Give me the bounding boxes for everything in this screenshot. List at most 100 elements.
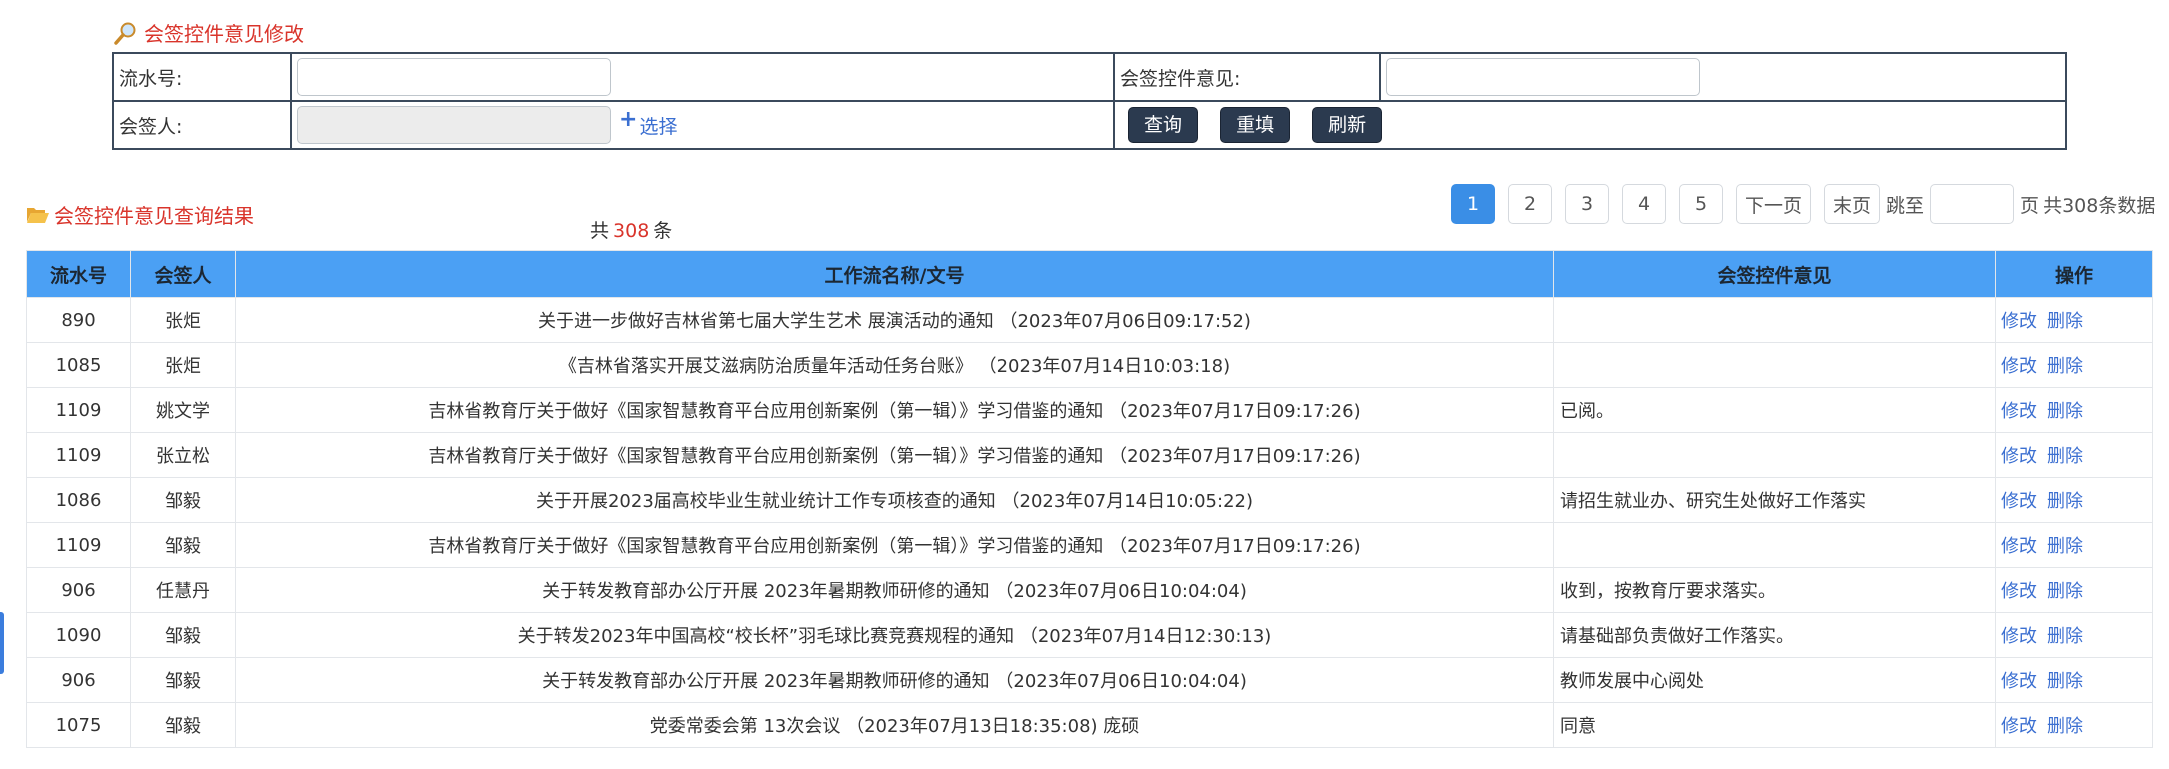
signer-label: 会签人: <box>112 100 292 150</box>
edit-link[interactable]: 修改 <box>2001 716 2037 737</box>
edit-link[interactable]: 修改 <box>2001 356 2037 377</box>
serial-input[interactable] <box>297 58 611 96</box>
table-row: 1109 张立松 吉林省教育厅关于做好《国家智慧教育平台应用创新案例（第一辑）》学习… <box>26 432 2153 478</box>
jump-page-input[interactable] <box>1930 184 2015 224</box>
cell-opinion: 教师发展中心阅处 <box>1553 657 1996 703</box>
edit-link[interactable]: 修改 <box>2001 671 2037 692</box>
delete-link[interactable]: 删除 <box>2047 536 2083 557</box>
delete-link[interactable]: 删除 <box>2047 491 2083 512</box>
search-icon <box>114 22 136 45</box>
page-5-button[interactable]: 5 <box>1679 184 1723 224</box>
table-row: 1086 邹毅 关于开展2023届高校毕业生就业统计工作专项核查的通知 （2023年… <box>26 477 2153 523</box>
edit-link[interactable]: 修改 <box>2001 401 2037 422</box>
result-count: 共 308 条 <box>590 216 672 243</box>
page-2-button[interactable]: 2 <box>1508 184 1552 224</box>
count-number: 308 <box>613 220 650 242</box>
edit-link[interactable]: 修改 <box>2001 311 2037 332</box>
col-header-actions: 操作 <box>1995 250 2153 298</box>
cell-serial: 1085 <box>26 342 131 388</box>
cell-signer: 邹毅 <box>130 477 236 523</box>
results-title-text: 会签控件意见查询结果 <box>54 204 254 228</box>
opinion-label: 会签控件意见: <box>1113 52 1381 102</box>
table-row: 1090 邹毅 关于转发2023年中国高校“校长杯”羽毛球比赛竞赛规程的通知 （20… <box>26 612 2153 658</box>
table-row: 906 邹毅 关于转发教育部办公厅开展 2023年暑期教师研修的通知 （2023年0… <box>26 657 2153 703</box>
side-tab-indicator[interactable] <box>0 612 4 674</box>
delete-link[interactable]: 删除 <box>2047 716 2083 737</box>
cell-opinion: 请招生就业办、研究生处做好工作落实 <box>1553 477 1996 523</box>
form-title: 会签控件意见修改 <box>114 18 304 47</box>
cell-actions: 修改 删除 <box>1995 477 2153 523</box>
cell-signer: 邹毅 <box>130 657 236 703</box>
serial-label: 流水号: <box>112 52 292 102</box>
results-table: 流水号 会签人 工作流名称/文号 会签控件意见 操作 890 张炬 关于进一步做好吉… <box>26 250 2153 748</box>
delete-link[interactable]: 删除 <box>2047 626 2083 647</box>
delete-link[interactable]: 删除 <box>2047 671 2083 692</box>
col-header-signer: 会签人 <box>130 250 236 298</box>
page-4-button[interactable]: 4 <box>1622 184 1666 224</box>
cell-actions: 修改 删除 <box>1995 342 2153 388</box>
delete-link[interactable]: 删除 <box>2047 401 2083 422</box>
edit-link[interactable]: 修改 <box>2001 581 2037 602</box>
cell-signer: 张炬 <box>130 297 236 343</box>
select-signer-link[interactable]: + 选择 <box>619 107 677 139</box>
edit-link[interactable]: 修改 <box>2001 491 2037 512</box>
cell-actions: 修改 删除 <box>1995 522 2153 568</box>
col-header-opinion: 会签控件意见 <box>1553 250 1996 298</box>
cell-actions: 修改 删除 <box>1995 702 2153 748</box>
refresh-button[interactable]: 刷新 <box>1313 108 1382 142</box>
jump-label: 跳至 <box>1886 194 1925 217</box>
table-row: 906 任慧丹 关于转发教育部办公厅开展 2023年暑期教师研修的通知 （2023年… <box>26 567 2153 613</box>
edit-link[interactable]: 修改 <box>2001 536 2037 557</box>
cell-workflow-title: 关于转发教育部办公厅开展 2023年暑期教师研修的通知 （2023年07月06日… <box>235 657 1554 703</box>
page-1-button[interactable]: 1 <box>1451 184 1495 224</box>
table-row: 1109 邹毅 吉林省教育厅关于做好《国家智慧教育平台应用创新案例（第一辑）》学习借… <box>26 522 2153 568</box>
edit-link[interactable]: 修改 <box>2001 626 2037 647</box>
cell-workflow-title: 关于开展2023届高校毕业生就业统计工作专项核查的通知 （2023年07月14日… <box>235 477 1554 523</box>
opinion-input[interactable] <box>1386 58 1700 96</box>
cell-serial: 1109 <box>26 522 131 568</box>
cell-actions: 修改 删除 <box>1995 567 2153 613</box>
cell-actions: 修改 删除 <box>1995 387 2153 433</box>
cell-opinion <box>1553 432 1996 478</box>
table-row: 1085 张炬 《吉林省落实开展艾滋病防治质量年活动任务台账》 （2023年07月1… <box>26 342 2153 388</box>
edit-link[interactable]: 修改 <box>2001 446 2037 467</box>
delete-link[interactable]: 删除 <box>2047 356 2083 377</box>
delete-link[interactable]: 删除 <box>2047 311 2083 332</box>
next-page-button[interactable]: 下一页 <box>1736 184 1812 224</box>
delete-link[interactable]: 删除 <box>2047 581 2083 602</box>
last-page-button[interactable]: 末页 <box>1824 184 1881 224</box>
plus-icon: + <box>619 106 638 132</box>
query-button[interactable]: 查询 <box>1129 108 1198 142</box>
cell-serial: 1075 <box>26 702 131 748</box>
col-header-workflow: 工作流名称/文号 <box>235 250 1554 298</box>
cell-opinion: 请基础部负责做好工作落实。 <box>1553 612 1996 658</box>
cell-actions: 修改 删除 <box>1995 657 2153 703</box>
cell-signer: 张立松 <box>130 432 236 478</box>
cell-signer: 任慧丹 <box>130 567 236 613</box>
cell-serial: 1090 <box>26 612 131 658</box>
table-row: 1109 姚文学 吉林省教育厅关于做好《国家智慧教育平台应用创新案例（第一辑）》学习… <box>26 387 2153 433</box>
cell-serial: 906 <box>26 567 131 613</box>
cell-signer: 姚文学 <box>130 387 236 433</box>
cell-workflow-title: 《吉林省落实开展艾滋病防治质量年活动任务台账》 （2023年07月14日10:0… <box>235 342 1554 388</box>
cell-workflow-title: 关于转发2023年中国高校“校长杯”羽毛球比赛竞赛规程的通知 （2023年07月… <box>235 612 1554 658</box>
table-header-row: 流水号 会签人 工作流名称/文号 会签控件意见 操作 <box>26 250 2153 298</box>
cell-workflow-title: 关于进一步做好吉林省第七届大学生艺术 展演活动的通知 （2023年07月06日0… <box>235 297 1554 343</box>
cell-opinion <box>1553 297 1996 343</box>
cell-actions: 修改 删除 <box>1995 432 2153 478</box>
search-form: 流水号: 会签控件意见: 会签人: + 选择 查询 重填 刷新 <box>112 52 2067 150</box>
cell-actions: 修改 删除 <box>1995 612 2153 658</box>
cell-actions: 修改 删除 <box>1995 297 2153 343</box>
cell-signer: 邹毅 <box>130 702 236 748</box>
results-title: 会签控件意见查询结果 <box>26 200 254 229</box>
page-3-button[interactable]: 3 <box>1565 184 1609 224</box>
col-header-serial: 流水号 <box>26 250 131 298</box>
count-suffix: 条 <box>653 220 673 242</box>
cell-workflow-title: 吉林省教育厅关于做好《国家智慧教育平台应用创新案例（第一辑）》学习借鉴的通知 （… <box>235 387 1554 433</box>
cell-workflow-title: 吉林省教育厅关于做好《国家智慧教育平台应用创新案例（第一辑）》学习借鉴的通知 （… <box>235 522 1554 568</box>
cell-opinion <box>1553 342 1996 388</box>
reset-button[interactable]: 重填 <box>1221 108 1290 142</box>
folder-open-icon <box>27 207 49 223</box>
cell-workflow-title: 吉林省教育厅关于做好《国家智慧教育平台应用创新案例（第一辑）》学习借鉴的通知 （… <box>235 432 1554 478</box>
delete-link[interactable]: 删除 <box>2047 446 2083 467</box>
